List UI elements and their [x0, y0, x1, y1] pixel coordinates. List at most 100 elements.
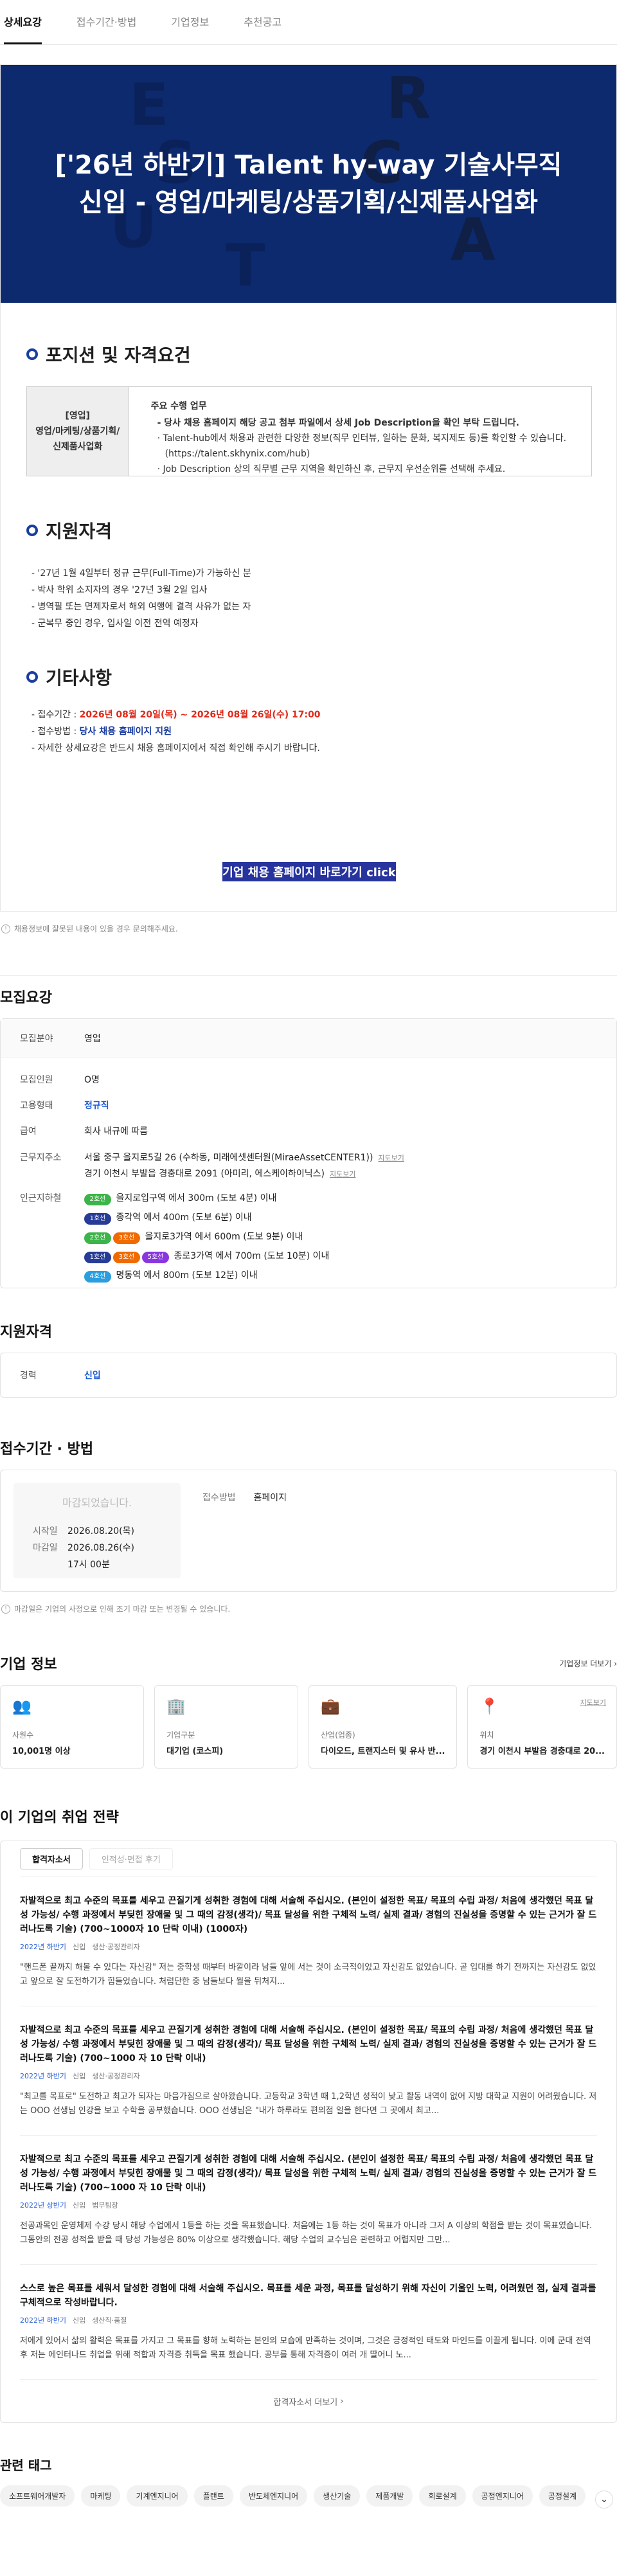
strategy-item[interactable]: 스스로 높은 목표를 세워서 달성한 경험에 대해 서술해 주십시오. 목표를 …: [20, 2265, 597, 2380]
subway-station: 1호선 종각역 에서 400m (도보 6분) 이내: [84, 1211, 329, 1225]
tag-chip[interactable]: 회로설계: [419, 2485, 466, 2507]
tab-recommend[interactable]: 추천공고: [244, 14, 294, 44]
tab-company[interactable]: 기업정보: [171, 14, 222, 44]
company-stat-card: 📍 위치 경기 이천시 부발읍 경충대로 20... 지도보기: [467, 1685, 617, 1769]
tag-chip[interactable]: 공정엔지니어: [472, 2485, 533, 2507]
tab-cover-letter[interactable]: 합격자소서: [20, 1848, 83, 1869]
subway-list: 2호선 을지로입구역 에서 300m (도보 4분) 이내 1호선 종각역 에서 …: [84, 1191, 329, 1288]
tag-chip[interactable]: 반도체엔지니어: [239, 2485, 308, 2507]
item-level: 신입: [72, 1943, 86, 1951]
company-section: 기업 정보 기업정보 더보기 › 👥 사원수 10,001명 이상 🏢 기업구분 대기업 …: [0, 1653, 617, 1769]
bullet-icon: [26, 671, 38, 683]
subway-line-badge: 2호선: [84, 1194, 111, 1205]
tag-chip[interactable]: 기계엔지니어: [127, 2485, 188, 2507]
item-year: 2022년 상반기: [20, 2201, 66, 2210]
qualification-list: - '27년 1월 4일부터 정규 근무(Full-Time)가 가능하신 분 …: [31, 568, 251, 629]
company-stat-card: 🏢 기업구분대기업 (코스피): [154, 1685, 299, 1769]
report-notice: ! 채용정보에 잘못된 내용이 있을 경우 문의해주세요.: [0, 912, 617, 934]
subway-line-badge: 4호선: [84, 1271, 111, 1283]
item-year: 2022년 하반기: [20, 2316, 66, 2325]
stat-value: 경기 이천시 부발읍 경충대로 20...: [479, 1747, 605, 1756]
tab-interview[interactable]: 인적성·면접 후기: [89, 1848, 173, 1869]
stat-value: 다이오드, 트랜지스터 및 유사 반...: [321, 1747, 445, 1756]
map-link[interactable]: 지도보기: [580, 1697, 606, 1707]
map-link[interactable]: 지도보기: [330, 1170, 355, 1178]
strategy-item[interactable]: 자발적으로 최고 수준의 목표를 세우고 끈질기게 성취한 경험에 대해 서술해…: [20, 1877, 597, 2006]
qualification-summary: 지원자격 경력 신입: [0, 1320, 617, 1398]
stat-label: 기업구분: [166, 1731, 195, 1740]
station-text: 종각역 에서 400m (도보 6분) 이내: [113, 1212, 252, 1223]
strategy-item[interactable]: 자발적으로 최고 수준의 목표를 세우고 끈질기게 성취한 경험에 대해 서술해…: [20, 2006, 597, 2136]
tag-chip[interactable]: 소프트웨어개발자: [0, 2485, 75, 2507]
strategy-item[interactable]: 자발적으로 최고 수준의 목표를 세우고 끈질기게 성취한 경험에 대해 서술해…: [20, 2136, 597, 2265]
item-level: 신입: [72, 2072, 86, 2080]
station-text: 종로3가역 에서 700m (도보 10분) 이내: [171, 1251, 330, 1261]
item-meta: 2022년 하반기 신입 생산·공정관리자: [20, 2071, 597, 2081]
item-level: 신입: [72, 2316, 86, 2325]
stat-label: 산업(업종): [321, 1731, 355, 1740]
role-cell: [영업] 영업/마케팅/상품기획/신제품사업화: [27, 387, 129, 476]
company-homepage-button[interactable]: 기업 채용 홈페이지 바로가기 click: [222, 862, 396, 881]
strategy-list: 자발적으로 최고 수준의 목표를 세우고 끈질기게 성취한 경험에 대해 서술해…: [20, 1877, 597, 2380]
cover-letter-more-link[interactable]: 합격자소서 더보기 ›: [20, 2380, 597, 2422]
position-table: [영업] 영업/마케팅/상품기획/신제품사업화 주요 수행 업무 - 당사 채용 …: [26, 386, 592, 476]
info-icon: !: [1, 924, 10, 933]
stat-label: 위치: [479, 1731, 494, 1740]
stat-icon: 👥: [12, 1697, 31, 1715]
poster-title: ['26년 하반기] Talent hy-way 기술사무직 신입 - 영업/마…: [55, 150, 562, 217]
answer-preview: 저에게 있어서 삶의 활력은 목표를 가지고 그 목표를 향해 노력하는 본인의…: [20, 2336, 591, 2360]
tag-chip[interactable]: 제품개발: [366, 2485, 413, 2507]
company-stats: 👥 사원수 10,001명 이상 🏢 기업구분대기업 (코스피) 💼 산업(업종) 다이오드,…: [0, 1685, 617, 1769]
subway-station: 4호선 명동역 에서 800m (도보 12분) 이내: [84, 1268, 329, 1283]
stat-icon: 💼: [321, 1697, 341, 1715]
subway-line-badge: 5호선: [142, 1252, 169, 1263]
stat-value: 대기업 (코스피): [166, 1747, 224, 1756]
item-meta: 2022년 하반기 신입 생산·공정관리자: [20, 1941, 597, 1952]
tag-chip[interactable]: 마케팅: [81, 2485, 121, 2507]
position-section: 포지션 및 자격요건 [영업] 영업/마케팅/상품기획/신제품사업화 주요 수행 …: [1, 341, 616, 757]
company-stat-card: 👥 사원수 10,001명 이상: [0, 1685, 145, 1769]
tag-section: 관련 태그 소프트웨어개발자 마케팅 기계엔지니어 플랜트 반도체엔지니어 생산기술 제품개…: [0, 2455, 617, 2508]
map-link[interactable]: 지도보기: [378, 1154, 404, 1162]
item-job: 생산·공정관리자: [92, 1943, 140, 1951]
question-text[interactable]: 자발적으로 최고 수준의 목표를 세우고 끈질기게 성취한 경험에 대해 서술해…: [20, 2152, 597, 2195]
tag-chip[interactable]: 플랜트: [193, 2485, 233, 2507]
tag-chip[interactable]: 생산기술: [314, 2485, 361, 2507]
item-meta: 2022년 하반기 신입 생산직·품질: [20, 2315, 597, 2325]
subway-line-badge: 2호선: [84, 1232, 111, 1244]
summary-box: 모집분야 영업 모집인원 O명 고용형태 정규직 급여 회사 내규에 따름 근무지주소 …: [0, 1018, 617, 1288]
question-text[interactable]: 자발적으로 최고 수준의 목표를 세우고 끈질기게 성취한 경험에 대해 서술해…: [20, 2023, 597, 2066]
subway-line-badge: 3호선: [113, 1252, 140, 1263]
tab-period[interactable]: 접수기간·방법: [76, 14, 149, 44]
answer-preview: "최고를 목표로" 도전하고 최고가 되자는 마음가짐으로 살아왔습니다. 고등…: [20, 2092, 597, 2116]
duties-cell: 주요 수행 업무 - 당사 채용 홈페이지 해당 공고 첨부 파일에서 상세 J…: [150, 401, 567, 474]
chevron-down-icon[interactable]: ⌄: [595, 2490, 613, 2508]
question-text[interactable]: 자발적으로 최고 수준의 목표를 세우고 끈질기게 성취한 경험에 대해 서술해…: [20, 1894, 597, 1936]
item-level: 신입: [72, 2201, 86, 2210]
strategy-section: 이 기업의 취업 전략 합격자소서 인적성·면접 후기 자발적으로 최고 수준의…: [0, 1806, 617, 2423]
period-section: 접수기간 · 방법 마감되었습니다. 시작일 2026.08.20(목) 마감일 2…: [0, 1437, 617, 1614]
item-job: 법무팀장: [92, 2201, 118, 2210]
answer-preview: 전공과목인 운영체제 수강 당시 해당 수업에서 1등을 하는 것을 목표했습니…: [20, 2221, 593, 2245]
subway-station: 2호선 을지로입구역 에서 300m (도보 4분) 이내: [84, 1191, 329, 1205]
company-stat-card: 💼 산업(업종) 다이오드, 트랜지스터 및 유사 반...: [308, 1685, 458, 1769]
summary-section: 모집요강 모집분야 영업 모집인원 O명 고용형태 정규직 급여 회사 내규에 따름 근…: [0, 975, 617, 1288]
answer-preview: "핸드폰 끝까지 해볼 수 있다는 자신감" 저는 중학생 때부터 바깥이라 남…: [20, 1963, 596, 1986]
tag-list: 소프트웨어개발자 마케팅 기계엔지니어 플랜트 반도체엔지니어 생산기술 제품개발 회로설계 공…: [0, 2485, 617, 2507]
stat-value: 10,001명 이상: [12, 1747, 71, 1756]
etc-list: - 접수기간 : 2026년 08월 20일(목) ~ 2026년 08월 26…: [31, 710, 321, 753]
info-icon: !: [1, 1604, 10, 1614]
subway-station: 1호선 3호선 5호선 종로3가역 에서 700m (도보 10분) 이내: [84, 1249, 329, 1263]
item-job: 생산직·품질: [92, 2316, 127, 2325]
stat-icon: 🏢: [166, 1697, 186, 1715]
company-more-link[interactable]: 기업정보 더보기 ›: [559, 1658, 617, 1669]
item-job: 생산·공정관리자: [92, 2072, 140, 2080]
item-meta: 2022년 상반기 신입 법무팀장: [20, 2200, 597, 2210]
subway-station: 2호선 3호선 을지로3가역 에서 600m (도보 9분) 이내: [84, 1230, 329, 1244]
subway-line-badge: 3호선: [113, 1232, 140, 1244]
item-year: 2022년 하반기: [20, 2072, 66, 2080]
question-text[interactable]: 스스로 높은 목표를 세워서 달성한 경험에 대해 서술해 주십시오. 목표를 …: [20, 2282, 597, 2310]
tag-chip[interactable]: 공정설계: [539, 2485, 586, 2507]
tab-detail[interactable]: 상세요강: [4, 14, 55, 44]
subway-line-badge: 1호선: [84, 1252, 111, 1263]
